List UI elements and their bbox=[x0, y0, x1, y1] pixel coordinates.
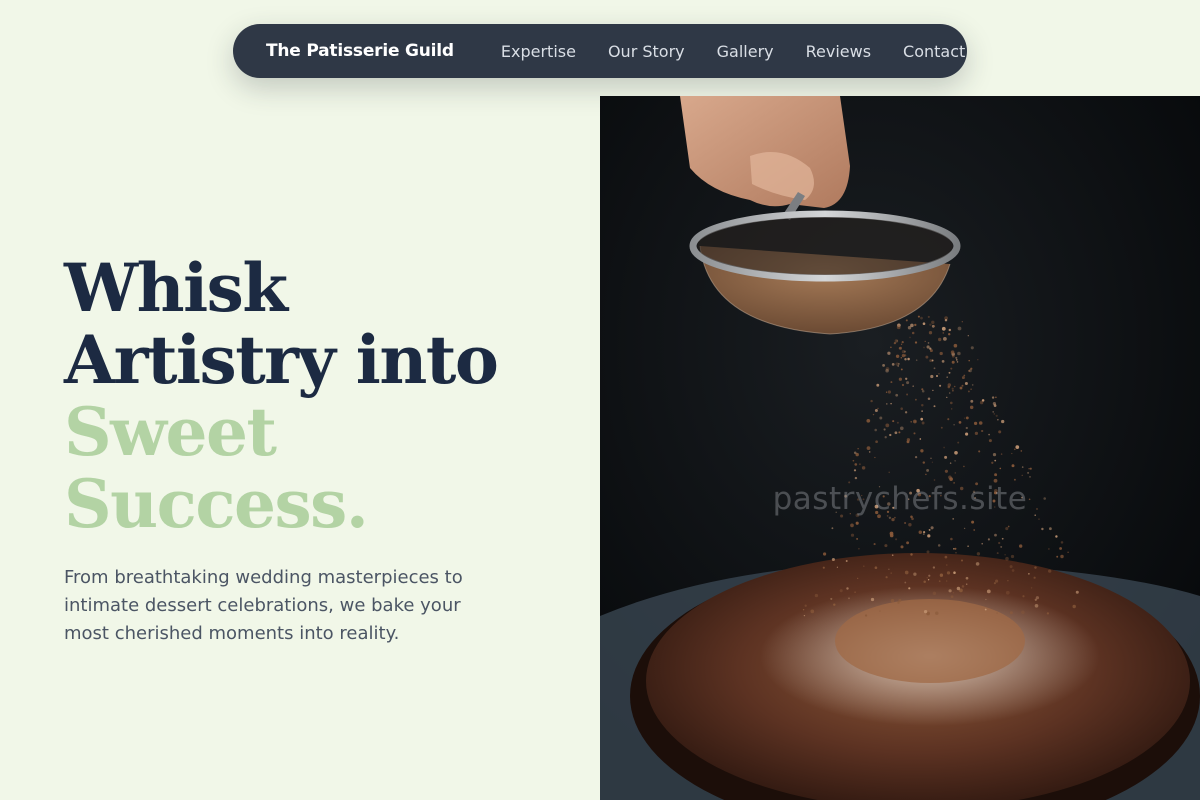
page: The Patisserie Guild Expertise Our Story… bbox=[0, 0, 1200, 800]
top-navigation: The Patisserie Guild Expertise Our Story… bbox=[233, 24, 967, 78]
headline-line-2: Artistry into bbox=[64, 321, 499, 399]
hero-photo: pastrychefs.site bbox=[600, 96, 1200, 800]
hero-section: Whisk Artistry into Sweet Success. From … bbox=[64, 252, 564, 648]
headline-line-4: Success. bbox=[64, 465, 369, 543]
nav-link-reviews[interactable]: Reviews bbox=[806, 42, 871, 61]
hero-headline: Whisk Artistry into Sweet Success. bbox=[64, 252, 564, 540]
headline-line-1: Whisk bbox=[64, 249, 288, 327]
brand-logo-link[interactable]: The Patisserie Guild bbox=[266, 41, 454, 61]
headline-line-3: Sweet bbox=[64, 393, 277, 471]
nav-link-expertise[interactable]: Expertise bbox=[501, 42, 576, 61]
cake-sifting-illustration bbox=[600, 96, 1200, 800]
nav-link-gallery[interactable]: Gallery bbox=[717, 42, 774, 61]
nav-links: Expertise Our Story Gallery Reviews Cont… bbox=[501, 42, 965, 61]
hero-subtitle: From breathtaking wedding masterpieces t… bbox=[64, 567, 463, 644]
nav-link-our-story[interactable]: Our Story bbox=[608, 42, 685, 61]
nav-link-contact[interactable]: Contact bbox=[903, 42, 965, 61]
